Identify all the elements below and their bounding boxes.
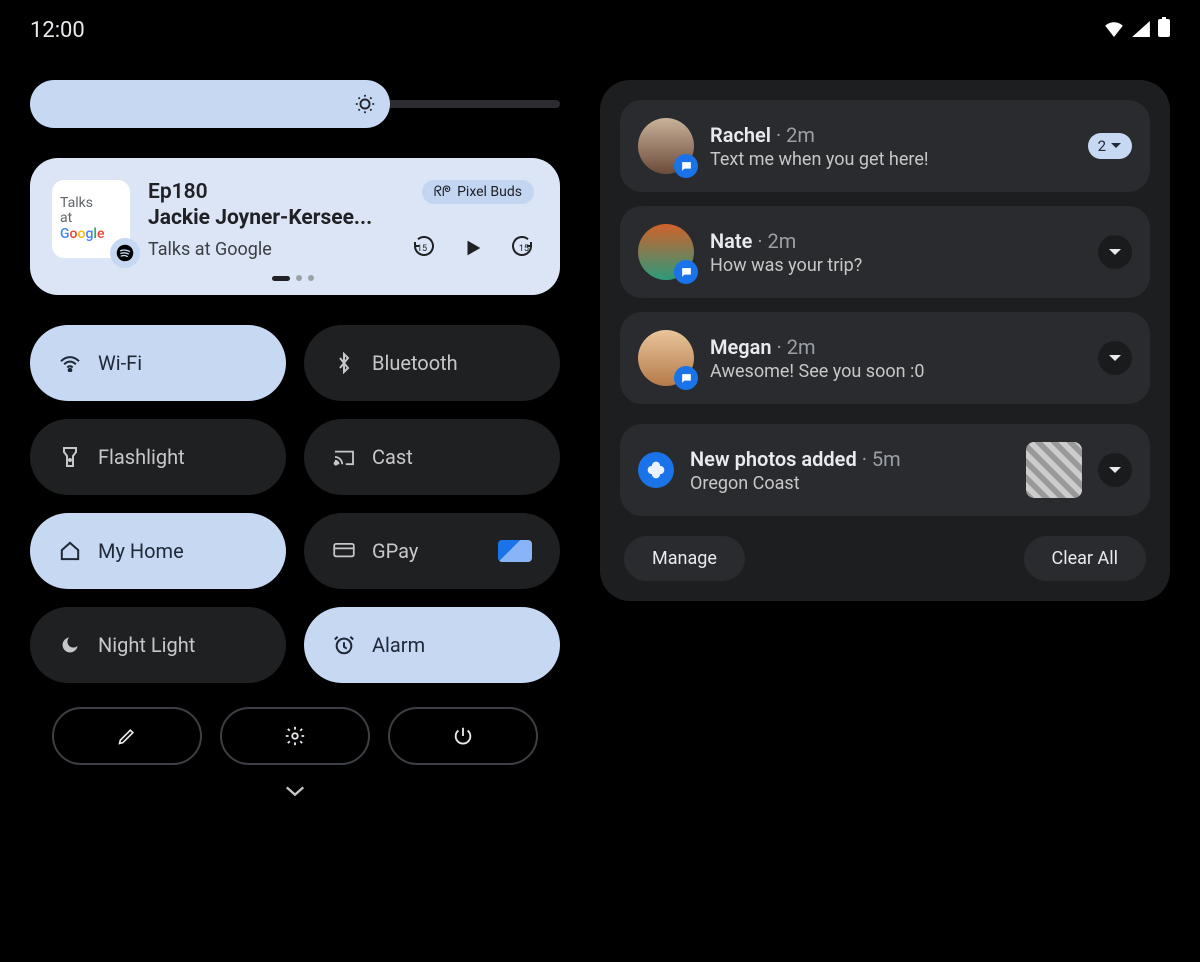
notif-sender: Megan: [710, 335, 772, 359]
flashlight-icon: [58, 446, 82, 468]
rewind-15-button[interactable]: 15: [412, 236, 436, 265]
forward-15-button[interactable]: 15: [510, 236, 534, 265]
notification-shade: Rachel · 2m Text me when you get here! 2: [600, 80, 1170, 601]
home-icon: [58, 541, 82, 561]
notification-item[interactable]: Megan · 2m Awesome! See you soon :0: [620, 312, 1150, 404]
notif-time: 2m: [787, 335, 816, 359]
home-label: My Home: [98, 539, 184, 563]
flashlight-tile[interactable]: Flashlight: [30, 419, 286, 495]
notif-sender: Rachel: [710, 123, 771, 147]
home-tile[interactable]: My Home: [30, 513, 286, 589]
media-artist: Jackie Joyner-Kersee...: [148, 206, 372, 230]
gpay-tile[interactable]: GPay: [304, 513, 560, 589]
notif-sender: Nate: [710, 229, 752, 253]
wifi-status-icon: [1104, 18, 1124, 43]
media-source: Talks at Google: [148, 239, 272, 260]
power-icon: [452, 725, 474, 747]
chevron-down-icon: [284, 784, 306, 798]
avatar: [638, 118, 694, 174]
notif-title: New photos added: [690, 447, 857, 471]
cast-tile[interactable]: Cast: [304, 419, 560, 495]
gpay-icon: [332, 543, 356, 559]
power-button[interactable]: [388, 707, 538, 765]
gpay-label: GPay: [372, 539, 418, 563]
settings-button[interactable]: [220, 707, 370, 765]
chevron-down-icon: [1108, 354, 1122, 363]
media-title: Ep180: [148, 180, 372, 204]
status-bar: 12:00: [0, 0, 1200, 50]
notif-time: 2m: [786, 123, 815, 147]
notif-body: Awesome! See you soon :0: [710, 361, 1082, 382]
bluetooth-tile[interactable]: Bluetooth: [304, 325, 560, 401]
expand-button[interactable]: [1098, 341, 1132, 375]
messages-app-icon: [674, 260, 698, 284]
nightlight-tile[interactable]: Night Light: [30, 607, 286, 683]
alarm-label: Alarm: [372, 633, 425, 657]
edit-tiles-button[interactable]: [52, 707, 202, 765]
brightness-sun-icon: [346, 85, 384, 123]
media-card[interactable]: Talks at Google Ep180 Jackie Joyner-Kers…: [30, 158, 560, 295]
notif-time: 2m: [768, 229, 797, 253]
notification-item[interactable]: Rachel · 2m Text me when you get here! 2: [620, 100, 1150, 192]
status-icons: [1104, 17, 1170, 43]
photos-app-icon: [638, 452, 674, 488]
cast-label: Cast: [372, 445, 413, 469]
brightness-track[interactable]: [386, 100, 560, 108]
media-album-art: Talks at Google: [52, 180, 130, 258]
quick-settings-panel: Talks at Google Ep180 Jackie Joyner-Kers…: [30, 80, 560, 804]
google-logo: Google: [60, 227, 104, 242]
expand-button[interactable]: [1098, 235, 1132, 269]
nightlight-label: Night Light: [98, 633, 195, 657]
play-button[interactable]: [462, 237, 484, 265]
alarm-tile[interactable]: Alarm: [304, 607, 560, 683]
notif-subtitle: Oregon Coast: [690, 473, 1010, 494]
expand-button[interactable]: [1098, 453, 1132, 487]
clock: 12:00: [30, 18, 85, 43]
notification-item[interactable]: New photos added · 5m Oregon Coast: [620, 424, 1150, 516]
cast-icon: [332, 448, 356, 466]
clear-all-button[interactable]: Clear All: [1024, 536, 1147, 581]
gpay-card-thumbnail: [498, 540, 532, 562]
signal-status-icon: [1132, 18, 1150, 43]
notif-body: Text me when you get here!: [710, 149, 1072, 170]
messages-app-icon: [674, 154, 698, 178]
output-chip[interactable]: ᖇᖘ Pixel Buds: [422, 180, 534, 204]
chevron-down-icon: [1110, 142, 1122, 150]
flashlight-label: Flashlight: [98, 445, 185, 469]
notif-count-chip[interactable]: 2: [1088, 133, 1132, 159]
bluetooth-label: Bluetooth: [372, 351, 458, 375]
avatar: [638, 224, 694, 280]
photo-thumbnail: [1026, 442, 1082, 498]
notif-time: 5m: [872, 447, 901, 471]
spotify-icon: [110, 238, 140, 268]
wifi-label: Wi-Fi: [98, 351, 142, 375]
chevron-down-icon: [1108, 466, 1122, 475]
pencil-icon: [117, 726, 137, 746]
brightness-slider[interactable]: [30, 80, 390, 128]
wifi-icon: [58, 354, 82, 372]
notification-item[interactable]: Nate · 2m How was your trip?: [620, 206, 1150, 298]
messages-app-icon: [674, 366, 698, 390]
bluetooth-icon: [332, 352, 356, 374]
chevron-down-icon: [1108, 248, 1122, 257]
notif-body: How was your trip?: [710, 255, 1082, 276]
manage-button[interactable]: Manage: [624, 536, 745, 581]
media-page-indicator[interactable]: [52, 275, 534, 281]
moon-icon: [58, 635, 82, 655]
expand-qs-button[interactable]: [30, 779, 560, 804]
gear-icon: [284, 725, 306, 747]
earbuds-icon: ᖇᖘ: [434, 184, 451, 200]
wifi-tile[interactable]: Wi-Fi: [30, 325, 286, 401]
battery-status-icon: [1158, 17, 1170, 43]
avatar: [638, 330, 694, 386]
alarm-icon: [332, 634, 356, 656]
